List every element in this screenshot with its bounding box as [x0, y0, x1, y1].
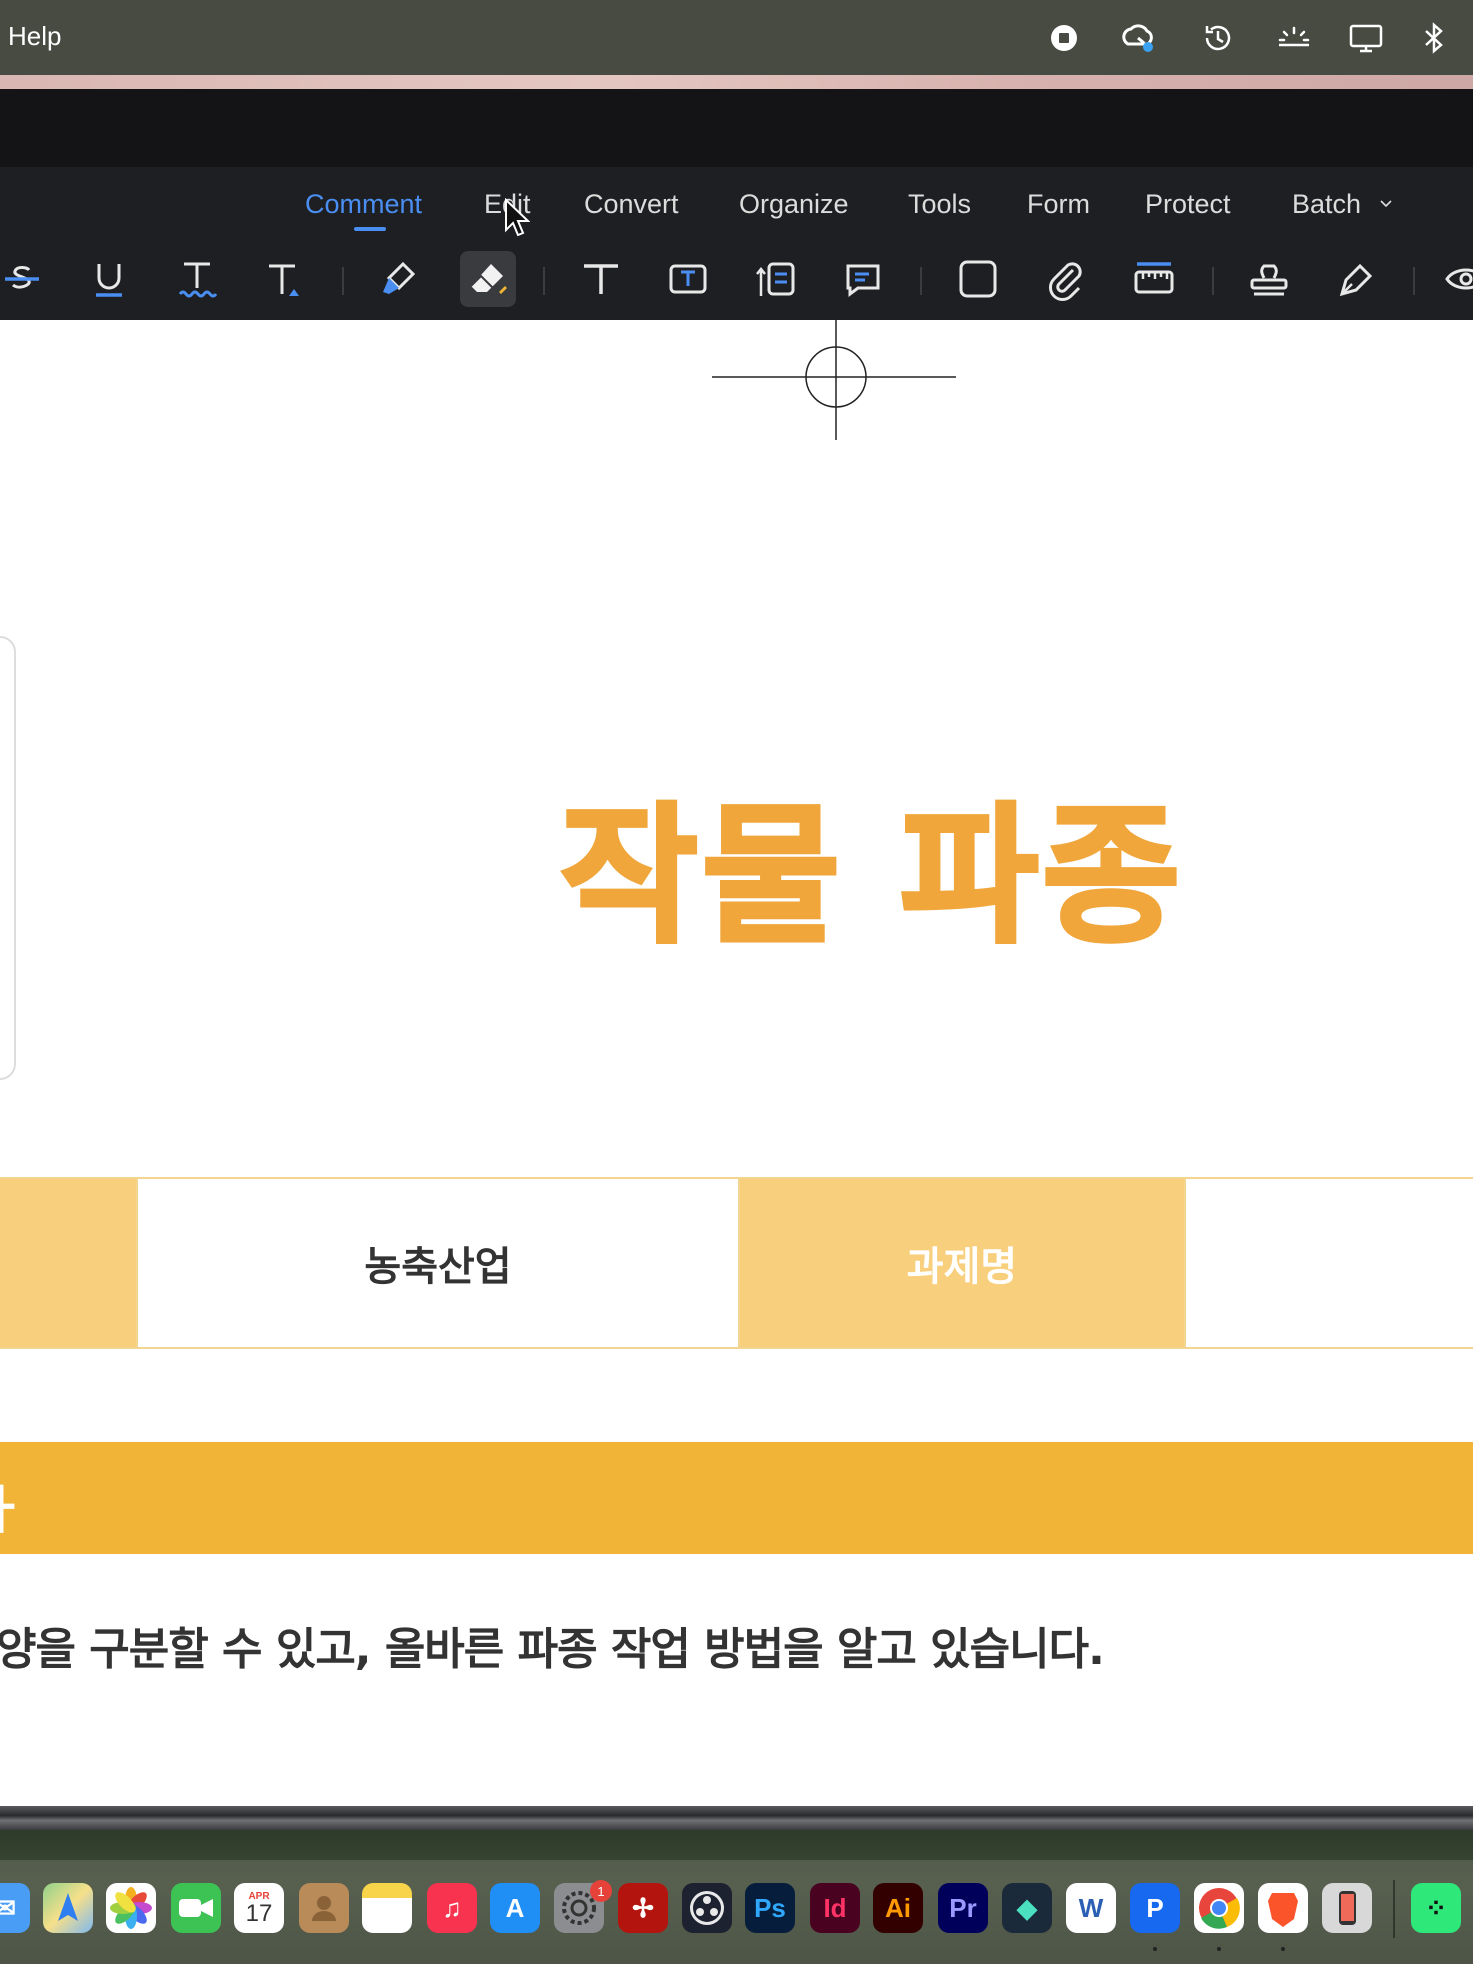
tab-form[interactable]: Form: [1027, 189, 1090, 220]
indesign-app-icon[interactable]: Id: [810, 1883, 860, 1933]
notes-app-icon[interactable]: [362, 1883, 412, 1933]
calendar-day: 17: [245, 1899, 273, 1927]
stop-record-icon[interactable]: [1044, 18, 1084, 58]
page-title: 작물 파종: [558, 788, 1185, 966]
callout-icon[interactable]: [748, 251, 804, 307]
bluetooth-icon[interactable]: [1414, 18, 1454, 58]
chevron-down-icon[interactable]: [1378, 196, 1394, 212]
strikethrough-icon[interactable]: [0, 251, 50, 307]
running-indicator: [1153, 1947, 1157, 1951]
mouse-pointer-icon: [505, 198, 530, 237]
rectangle-icon[interactable]: [950, 251, 1006, 307]
eraser-icon[interactable]: [460, 251, 516, 307]
facetime-app-icon[interactable]: [171, 1883, 221, 1933]
tab-organize[interactable]: Organize: [739, 189, 849, 220]
body-paragraph: 양을 구분할 수 있고, 올바른 파종 작업 방법을 알고 있습니다.: [0, 1624, 1105, 1675]
tab-comment[interactable]: Comment: [305, 189, 422, 220]
calendar-app-icon[interactable]: APR 17: [234, 1883, 284, 1933]
active-tab-indicator: [354, 227, 386, 231]
tab-batch[interactable]: Batch: [1292, 189, 1361, 220]
window-title-bar: [0, 89, 1473, 167]
maps-app-icon[interactable]: [43, 1883, 93, 1933]
text-box-icon[interactable]: [660, 251, 716, 307]
typewriter-icon[interactable]: [573, 251, 629, 307]
table-cell-project-value: [1184, 1179, 1473, 1347]
window-bottom-edge: [0, 1806, 1473, 1830]
dock: ✉ APR 17 ♫ A 1 ✢ Ps Id Ai Pr ◆ W P ⁘: [0, 1830, 1473, 1964]
toolbar-separator: [1212, 267, 1214, 295]
toolbar-tabs: Comment Edit Convert Organize Tools Form…: [0, 167, 1473, 245]
acrobat-app-icon[interactable]: ✢: [618, 1883, 668, 1933]
stamp-icon[interactable]: [1241, 251, 1297, 307]
word-app-icon[interactable]: W: [1066, 1883, 1116, 1933]
document-page[interactable]: 작물 파종 농축산업 과제명 ㅏ 양을 구분할 수 있고, 올바른 파종 작업 …: [0, 320, 1473, 1806]
running-indicator: [1217, 1947, 1221, 1951]
insert-text-icon[interactable]: [256, 251, 312, 307]
toolbar-separator: [1413, 267, 1415, 295]
chrome-app-icon[interactable]: [1194, 1883, 1244, 1933]
desktop-wallpaper-strip: [0, 75, 1473, 89]
app-toolbar: Comment Edit Convert Organize Tools Form…: [0, 167, 1473, 320]
creative-cloud-icon[interactable]: [1118, 18, 1158, 58]
tab-convert[interactable]: Convert: [584, 189, 679, 220]
toolbar-separator: [920, 267, 922, 295]
contacts-app-icon[interactable]: [299, 1883, 349, 1933]
illustrator-app-icon[interactable]: Ai: [873, 1883, 923, 1933]
info-table-row: 농축산업 과제명: [0, 1177, 1473, 1349]
brave-app-icon[interactable]: [1258, 1883, 1308, 1933]
brightness-icon[interactable]: [1274, 18, 1314, 58]
side-panel-edge[interactable]: [0, 636, 16, 1080]
time-machine-icon[interactable]: [1198, 18, 1238, 58]
premiere-app-icon[interactable]: Pr: [938, 1883, 988, 1933]
filmora-app-icon[interactable]: ◆: [1002, 1883, 1052, 1933]
eye-icon[interactable]: [1438, 251, 1473, 307]
squiggly-underline-icon[interactable]: [169, 251, 225, 307]
iphone-mirroring-icon[interactable]: [1322, 1883, 1372, 1933]
app-store-icon[interactable]: A: [490, 1883, 540, 1933]
mail-app-icon[interactable]: ✉: [0, 1883, 30, 1933]
photoshop-app-icon[interactable]: Ps: [745, 1883, 795, 1933]
settings-notification-badge: 1: [590, 1880, 612, 1902]
crosshair-cursor-icon: [712, 320, 956, 440]
attachment-icon[interactable]: [1038, 251, 1094, 307]
running-indicator: [1281, 1947, 1285, 1951]
toolbar-separator: [342, 267, 344, 295]
table-cell-field-value: 농축산업: [136, 1179, 740, 1347]
highlighter-icon[interactable]: [372, 251, 428, 307]
menu-bar: Help: [0, 0, 1473, 75]
section-header-band: ㅏ: [0, 1442, 1473, 1554]
underline-icon[interactable]: [81, 251, 137, 307]
section-header-text: ㅏ: [0, 1481, 26, 1541]
photos-app-icon[interactable]: [106, 1883, 156, 1933]
terminal-app-icon[interactable]: ⁘: [1411, 1883, 1461, 1933]
music-app-icon[interactable]: ♫: [427, 1883, 477, 1933]
menu-help[interactable]: Help: [8, 21, 61, 52]
tab-tools[interactable]: Tools: [908, 189, 971, 220]
table-cell-label: [0, 1179, 136, 1347]
pdf-editor-app-icon[interactable]: P: [1130, 1883, 1180, 1933]
display-icon[interactable]: [1346, 18, 1386, 58]
dock-divider: [1393, 1880, 1395, 1938]
toolbar-separator: [543, 267, 545, 295]
measure-icon[interactable]: [1126, 251, 1182, 307]
obs-app-icon[interactable]: [682, 1883, 732, 1933]
signature-icon[interactable]: [1329, 251, 1385, 307]
note-icon[interactable]: [835, 251, 891, 307]
tab-protect[interactable]: Protect: [1145, 189, 1231, 220]
table-cell-project-label: 과제명: [740, 1179, 1184, 1347]
